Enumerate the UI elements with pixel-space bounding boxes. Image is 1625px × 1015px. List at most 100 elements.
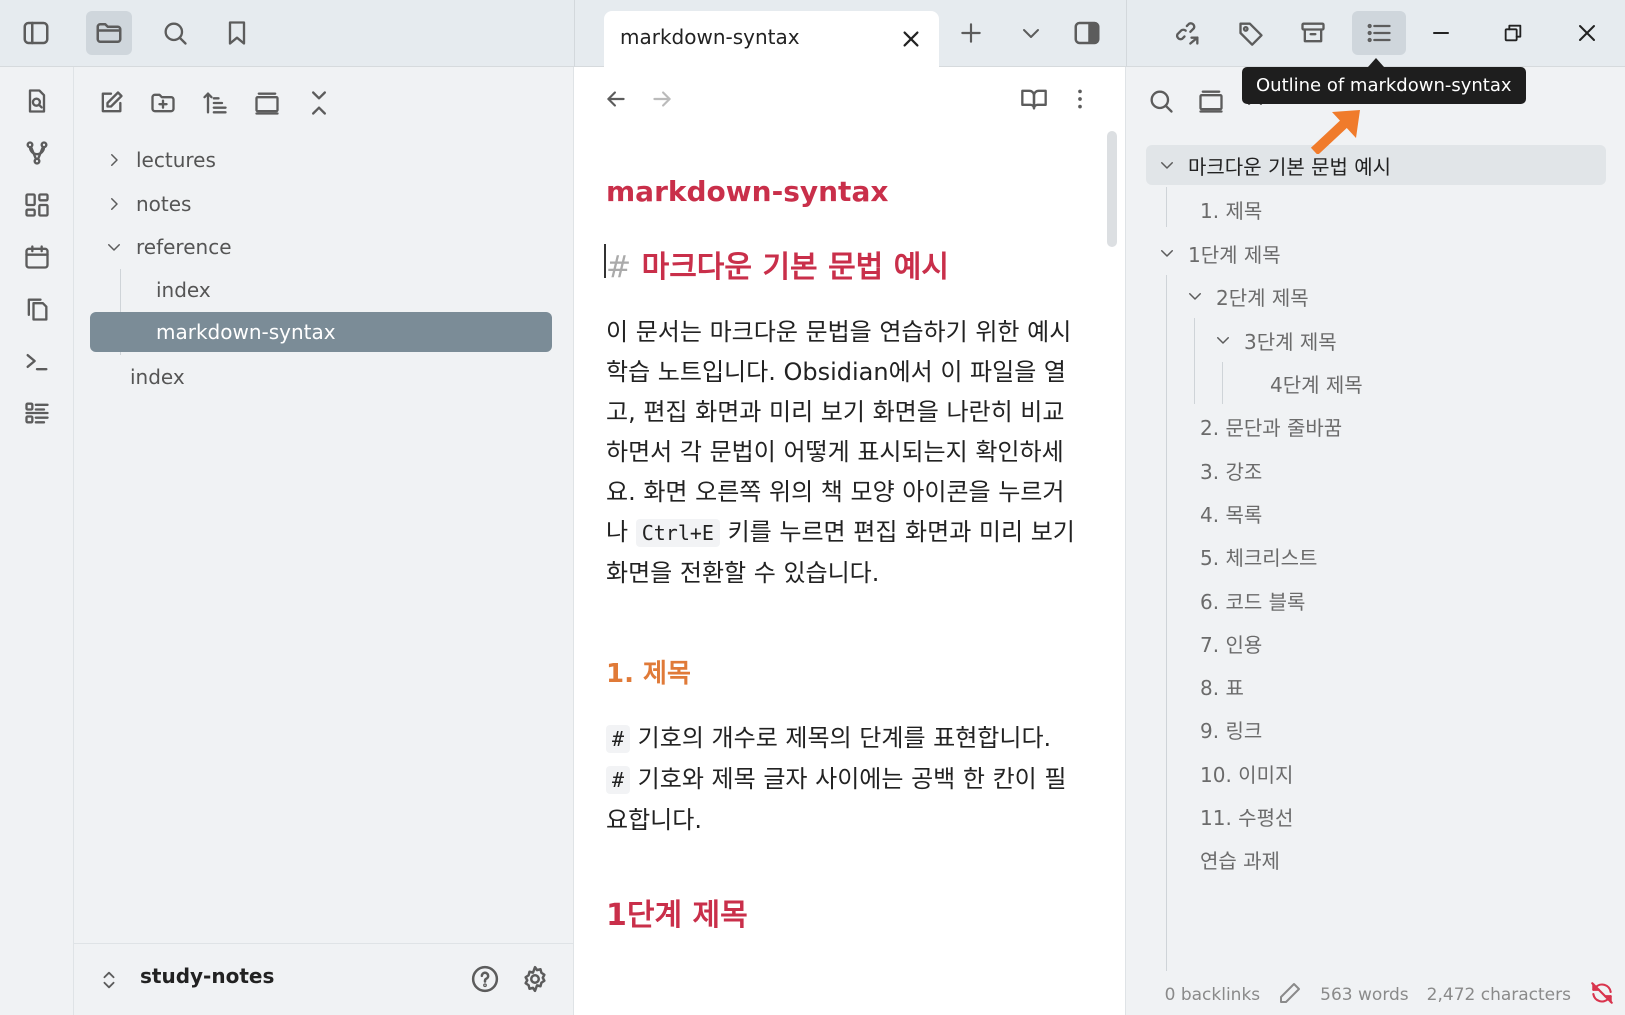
auto-reveal-icon[interactable] xyxy=(244,81,290,125)
close-icon[interactable] xyxy=(897,25,925,53)
outline-item[interactable]: 마크다운 기본 문법 예시 xyxy=(1146,145,1606,185)
new-folder-icon[interactable] xyxy=(140,81,186,125)
inline-code: Ctrl+E xyxy=(635,519,720,547)
outline-item-label: 11. 수평선 xyxy=(1200,805,1294,830)
heading-2: 1. 제목 xyxy=(606,659,691,689)
back-arrow-icon[interactable] xyxy=(596,79,636,119)
divider xyxy=(574,0,575,67)
bookmarks-tab-icon[interactable] xyxy=(214,11,260,55)
outline-item[interactable]: 2단계 제목 xyxy=(1180,276,1309,316)
tree-folder-notes[interactable]: notes xyxy=(100,184,191,224)
chevron-down-icon[interactable] xyxy=(1152,156,1182,174)
editor-content[interactable]: markdown-syntax # 마크다운 기본 문법 예시 이 문서는 마크… xyxy=(604,175,1076,934)
vault-switcher-chevrons-icon[interactable] xyxy=(98,968,120,996)
outline-item[interactable]: 11. 수평선 xyxy=(1200,796,1293,836)
tab-title: markdown-syntax xyxy=(620,25,800,49)
toggle-right-sidebar-icon[interactable] xyxy=(1064,11,1110,55)
backlinks-count[interactable]: 0 backlinks xyxy=(1165,985,1261,1005)
outline-item[interactable]: 9. 링크 xyxy=(1200,709,1262,749)
more-options-icon[interactable] xyxy=(1060,79,1100,119)
tab-list-chevron-down-icon[interactable] xyxy=(1008,11,1054,55)
canvas-icon[interactable] xyxy=(14,183,60,227)
outline-item[interactable]: 4. 목록 xyxy=(1200,493,1262,533)
outline-item[interactable]: 2. 문단과 줄바꿈 xyxy=(1200,406,1342,446)
tree-file-index-root[interactable]: index xyxy=(118,357,185,397)
outline-item-label: 3단계 제목 xyxy=(1244,329,1337,354)
chevron-right-icon xyxy=(100,195,128,213)
toggle-left-sidebar-icon[interactable] xyxy=(13,11,59,55)
tree-item-label: notes xyxy=(136,192,192,216)
quick-switcher-icon[interactable] xyxy=(14,79,60,123)
outline-item-label: 3. 강조 xyxy=(1200,459,1263,484)
outline-search-icon[interactable] xyxy=(1138,79,1184,123)
file-explorer-tab-icon[interactable] xyxy=(86,11,132,55)
outline-item[interactable]: 연습 과제 xyxy=(1200,839,1280,879)
outline-item-label: 7. 인용 xyxy=(1200,632,1263,657)
tab-markdown-syntax[interactable]: markdown-syntax xyxy=(604,11,939,67)
restore-window-icon[interactable] xyxy=(1490,11,1536,55)
outline-indent-guide xyxy=(1222,362,1223,404)
sync-disabled-icon[interactable] xyxy=(1589,980,1615,1011)
close-window-icon[interactable] xyxy=(1564,11,1610,55)
paragraph-text: 기호와 제목 글자 사이에는 공백 한 칸이 필요합니다. xyxy=(606,765,1067,834)
left-ribbon xyxy=(0,67,74,1015)
outline-pane: 마크다운 기본 문법 예시 1. 제목 1단계 제목 2단계 제목 3단계 제목… xyxy=(1126,67,1625,1015)
chevron-down-icon[interactable] xyxy=(1180,287,1210,305)
sort-icon[interactable] xyxy=(192,81,238,125)
chevron-right-icon xyxy=(100,151,128,169)
reading-view-book-icon[interactable] xyxy=(1014,79,1054,119)
tree-file-markdown-syntax[interactable]: markdown-syntax xyxy=(90,312,552,352)
chevron-down-icon xyxy=(100,238,128,256)
outline-item-label: 8. 표 xyxy=(1200,675,1244,700)
editor-scrollbar[interactable] xyxy=(1107,131,1117,247)
outgoing-links-icon[interactable] xyxy=(1165,11,1211,55)
new-tab-icon[interactable] xyxy=(948,11,994,55)
archive-icon[interactable] xyxy=(1290,11,1336,55)
tooltip-arrow xyxy=(1368,58,1384,67)
collapse-all-icon[interactable] xyxy=(296,81,342,125)
tree-file-index[interactable]: index xyxy=(140,270,211,310)
outline-item[interactable]: 3단계 제목 xyxy=(1208,320,1337,360)
vault-name[interactable]: study-notes xyxy=(140,964,274,988)
tree-item-label: reference xyxy=(136,235,232,259)
outline-item[interactable]: 6. 코드 블록 xyxy=(1200,580,1305,620)
list-layout-icon[interactable] xyxy=(14,391,60,435)
paragraph: 이 문서는 마크다운 문법을 연습하기 위한 예시 학습 노트입니다. Obsi… xyxy=(606,312,1076,593)
editor-pane: markdown-syntax # 마크다운 기본 문법 예시 이 문서는 마크… xyxy=(574,67,1126,1015)
outline-auto-reveal-icon[interactable] xyxy=(1188,79,1234,123)
tree-folder-reference[interactable]: reference xyxy=(100,227,232,267)
editing-mode-pencil-icon[interactable] xyxy=(1278,981,1302,1010)
chevron-down-icon[interactable] xyxy=(1208,331,1238,349)
outline-item[interactable]: 5. 체크리스트 xyxy=(1200,536,1317,576)
outline-item[interactable]: 1. 제목 xyxy=(1200,189,1262,229)
forward-arrow-icon[interactable] xyxy=(642,79,682,119)
tree-item-label: index xyxy=(156,278,211,302)
outline-indent-guide xyxy=(1166,275,1167,971)
outline-indent-guide xyxy=(1194,318,1195,404)
outline-item-label: 4단계 제목 xyxy=(1270,372,1363,397)
tags-icon[interactable] xyxy=(1228,11,1274,55)
outline-item-label: 1단계 제목 xyxy=(1188,242,1281,267)
outline-item[interactable]: 4단계 제목 xyxy=(1270,363,1363,403)
paragraph-text: 기호의 개수로 제목의 단계를 표현합니다. xyxy=(630,724,1052,752)
outline-item[interactable]: 10. 이미지 xyxy=(1200,753,1293,793)
tree-item-label: lectures xyxy=(136,148,216,172)
templates-icon[interactable] xyxy=(14,287,60,331)
outline-tab-icon[interactable] xyxy=(1352,11,1406,55)
outline-item[interactable]: 1단계 제목 xyxy=(1152,233,1281,273)
outline-item[interactable]: 7. 인용 xyxy=(1200,623,1262,663)
new-note-icon[interactable] xyxy=(88,81,134,125)
outline-item-label: 6. 코드 블록 xyxy=(1200,589,1306,614)
settings-gear-icon[interactable] xyxy=(520,964,550,998)
terminal-icon[interactable] xyxy=(14,339,60,383)
inline-title[interactable]: markdown-syntax xyxy=(606,175,1076,208)
graph-view-icon[interactable] xyxy=(14,131,60,175)
chevron-down-icon[interactable] xyxy=(1152,244,1182,262)
outline-item[interactable]: 3. 강조 xyxy=(1200,450,1262,490)
help-icon[interactable] xyxy=(470,964,500,998)
minimize-icon[interactable] xyxy=(1418,11,1464,55)
outline-item[interactable]: 8. 표 xyxy=(1200,666,1244,706)
calendar-icon[interactable] xyxy=(14,235,60,279)
search-tab-icon[interactable] xyxy=(152,11,198,55)
tree-folder-lectures[interactable]: lectures xyxy=(100,140,216,180)
